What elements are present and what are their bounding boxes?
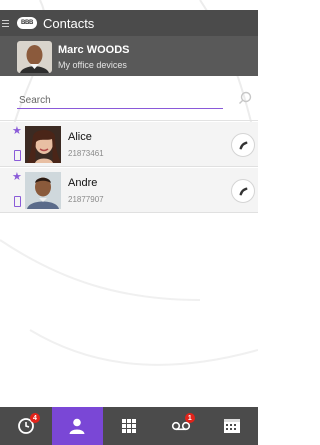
favorite-star-icon[interactable]: ★ bbox=[12, 172, 22, 183]
divider bbox=[0, 120, 258, 121]
tab-voicemail[interactable]: 1 bbox=[155, 407, 207, 445]
history-badge: 4 bbox=[30, 413, 40, 423]
search-icon[interactable] bbox=[238, 91, 252, 105]
voicemail-badge: 1 bbox=[184, 413, 195, 423]
phone-icon bbox=[239, 187, 248, 196]
logo-text: BBB bbox=[20, 20, 34, 26]
menu-icon[interactable] bbox=[2, 19, 14, 27]
tab-contacts[interactable] bbox=[51, 407, 104, 445]
tab-calendar[interactable] bbox=[206, 407, 258, 445]
calendar-icon bbox=[224, 419, 241, 433]
contact-name: Andre bbox=[68, 177, 98, 189]
phone-icon bbox=[239, 141, 248, 150]
mobile-device-icon bbox=[14, 196, 21, 207]
call-button[interactable] bbox=[231, 179, 255, 203]
title-bar: BBB Contacts bbox=[0, 10, 258, 36]
user-bar[interactable]: Marc WOODS My office devices bbox=[0, 36, 258, 76]
tab-dialpad[interactable] bbox=[103, 407, 155, 445]
app-logo: BBB bbox=[17, 17, 37, 29]
contact-number: 21877907 bbox=[68, 195, 104, 204]
tab-history[interactable]: 4 bbox=[0, 407, 52, 445]
contact-row-alice[interactable]: ★ Alice 21873461 bbox=[0, 122, 258, 167]
contact-row-andre[interactable]: ★ Andre 21877907 bbox=[0, 168, 258, 213]
user-avatar bbox=[17, 41, 52, 73]
contact-photo bbox=[25, 126, 61, 163]
call-button[interactable] bbox=[231, 133, 255, 157]
user-subtitle: My office devices bbox=[58, 60, 127, 70]
contact-photo bbox=[25, 172, 61, 209]
search-input[interactable] bbox=[17, 91, 219, 106]
bottom-tab-bar: 4 1 bbox=[0, 407, 258, 445]
mobile-device-icon bbox=[14, 150, 21, 161]
person-icon bbox=[69, 418, 85, 434]
page-title: Contacts bbox=[43, 15, 95, 31]
search-field[interactable] bbox=[17, 90, 223, 109]
favorite-star-icon[interactable]: ★ bbox=[12, 126, 22, 137]
contact-number: 21873461 bbox=[68, 149, 104, 158]
grid-icon bbox=[121, 419, 136, 433]
user-name: Marc WOODS bbox=[58, 44, 130, 56]
contact-name: Alice bbox=[68, 131, 92, 143]
